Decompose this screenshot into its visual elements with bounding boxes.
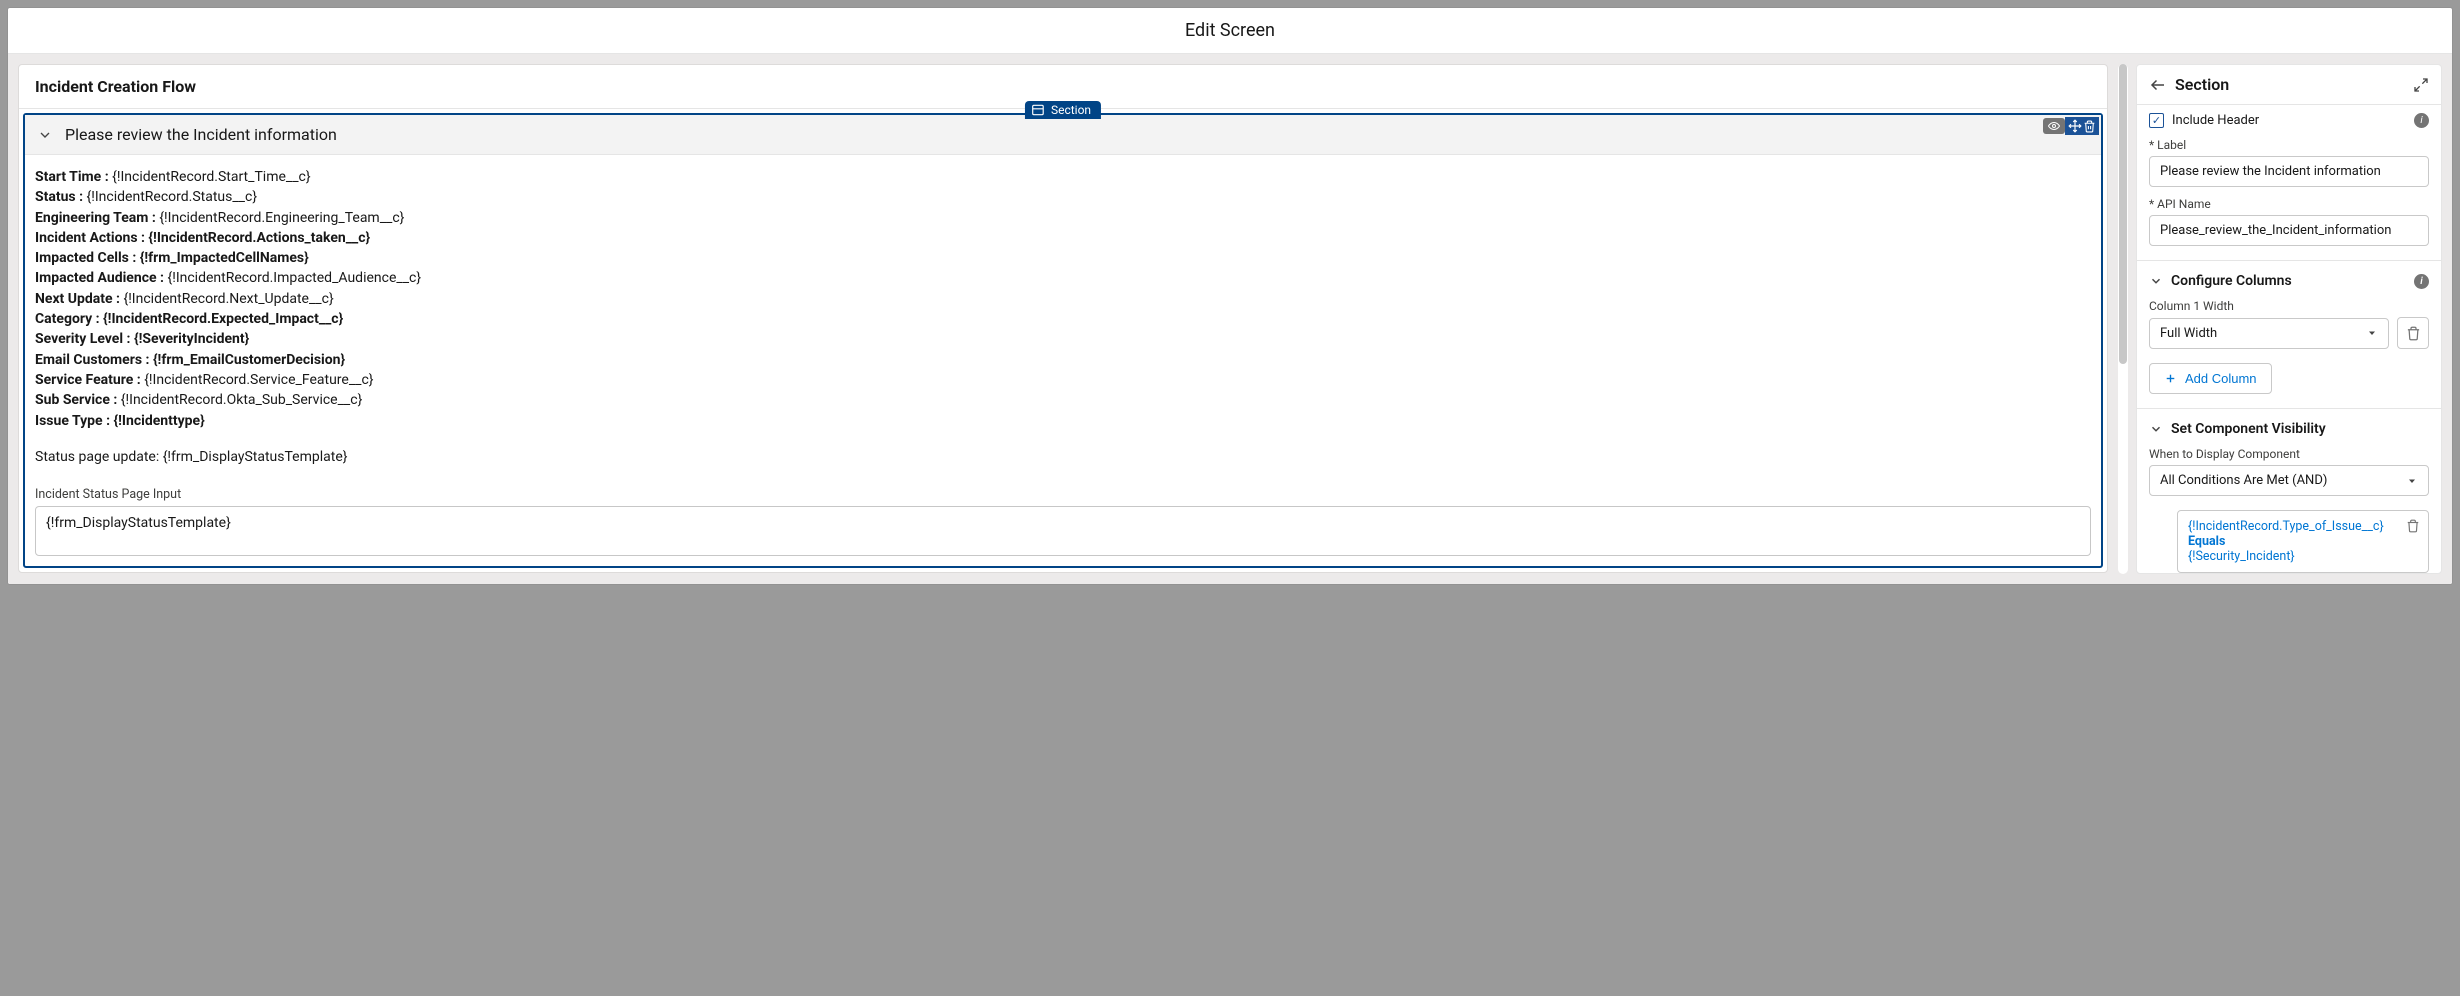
field-line: Service Feature : {!IncidentRecord.Servi… [35, 370, 2091, 390]
delete-column-button[interactable] [2397, 317, 2429, 349]
field-line: Incident Actions : {!IncidentRecord.Acti… [35, 228, 2091, 248]
field-line: Impacted Cells : {!frm_ImpactedCellNames… [35, 248, 2091, 268]
condition-field: {!IncidentRecord.Type_of_Issue__c} [2188, 519, 2418, 534]
section-actions[interactable] [2065, 117, 2099, 135]
display-text-component[interactable]: Start Time : {!IncidentRecord.Start_Time… [25, 155, 2101, 487]
back-icon[interactable] [2149, 76, 2167, 94]
screen-canvas[interactable]: Incident Creation Flow Section [18, 64, 2108, 573]
field-line: Engineering Team : {!IncidentRecord.Engi… [35, 208, 2091, 228]
add-column-button[interactable]: Add Column [2149, 363, 2272, 394]
api-name-label: * API Name [2149, 197, 2429, 211]
move-icon[interactable] [2068, 119, 2082, 133]
info-icon[interactable]: i [2414, 113, 2429, 128]
chevron-down-icon [2149, 422, 2163, 436]
field-line: Severity Level : {!SeverityIncident} [35, 329, 2091, 349]
section-icon [1031, 103, 1045, 117]
dialog-title: Edit Screen [8, 8, 2452, 54]
field-line: Sub Service : {!IncidentRecord.Okta_Sub_… [35, 390, 2091, 410]
trash-icon [2406, 326, 2421, 341]
include-header-label: Include Header [2172, 113, 2406, 128]
plus-icon [2164, 372, 2177, 385]
label-input[interactable] [2149, 156, 2429, 187]
condition-value: {!Security_Incident} [2188, 549, 2418, 564]
status-page-update-line: Status page update: {!frm_DisplayStatusT… [35, 447, 2091, 467]
field-line: Start Time : {!IncidentRecord.Start_Time… [35, 167, 2091, 187]
field-line: Email Customers : {!frm_EmailCustomerDec… [35, 350, 2091, 370]
component-visibility-toggle[interactable]: Set Component Visibility [2149, 409, 2429, 447]
include-header-checkbox[interactable]: ✓ [2149, 113, 2164, 128]
when-display-label: When to Display Component [2149, 447, 2429, 461]
input-label: Incident Status Page Input [25, 487, 2101, 506]
info-icon[interactable]: i [2414, 274, 2429, 289]
delete-condition-button[interactable] [2406, 519, 2420, 537]
section-header[interactable]: Please review the Incident information [25, 115, 2101, 155]
visibility-icon[interactable] [2043, 118, 2065, 134]
section-title: Please review the Incident information [65, 125, 337, 144]
label-field-label: * Label [2149, 138, 2429, 152]
chevron-down-icon [37, 127, 53, 143]
trash-icon [2406, 519, 2420, 533]
properties-panel: Section ✓ Include Header i * Label * API… [2136, 64, 2442, 574]
field-line: Category : {!IncidentRecord.Expected_Imp… [35, 309, 2091, 329]
field-line: Next Update : {!IncidentRecord.Next_Upda… [35, 289, 2091, 309]
column-width-select[interactable]: Full Width [2149, 318, 2389, 349]
caret-down-icon [2366, 327, 2378, 339]
chevron-down-icon [2149, 274, 2163, 288]
expand-icon[interactable] [2413, 77, 2429, 93]
field-line: Status : {!IncidentRecord.Status__c} [35, 187, 2091, 207]
condition-operator: Equals [2188, 534, 2418, 549]
status-page-input[interactable] [35, 506, 2091, 556]
field-line: Issue Type : {!Incidenttype} [35, 411, 2091, 431]
condition-item[interactable]: {!IncidentRecord.Type_of_Issue__c} Equal… [2177, 510, 2429, 573]
caret-down-icon [2406, 475, 2418, 487]
canvas-scrollbar[interactable] [2118, 64, 2128, 574]
selected-section[interactable]: Section [23, 113, 2103, 568]
field-line: Impacted Audience : {!IncidentRecord.Imp… [35, 268, 2091, 288]
column-width-label: Column 1 Width [2149, 299, 2429, 313]
api-name-input[interactable] [2149, 215, 2429, 246]
configure-columns-toggle[interactable]: Configure Columns i [2149, 261, 2429, 299]
condition-logic-select[interactable]: All Conditions Are Met (AND) [2149, 465, 2429, 496]
delete-icon[interactable] [2083, 120, 2096, 133]
section-badge: Section [1025, 101, 1101, 119]
panel-title: Section [2175, 75, 2413, 94]
